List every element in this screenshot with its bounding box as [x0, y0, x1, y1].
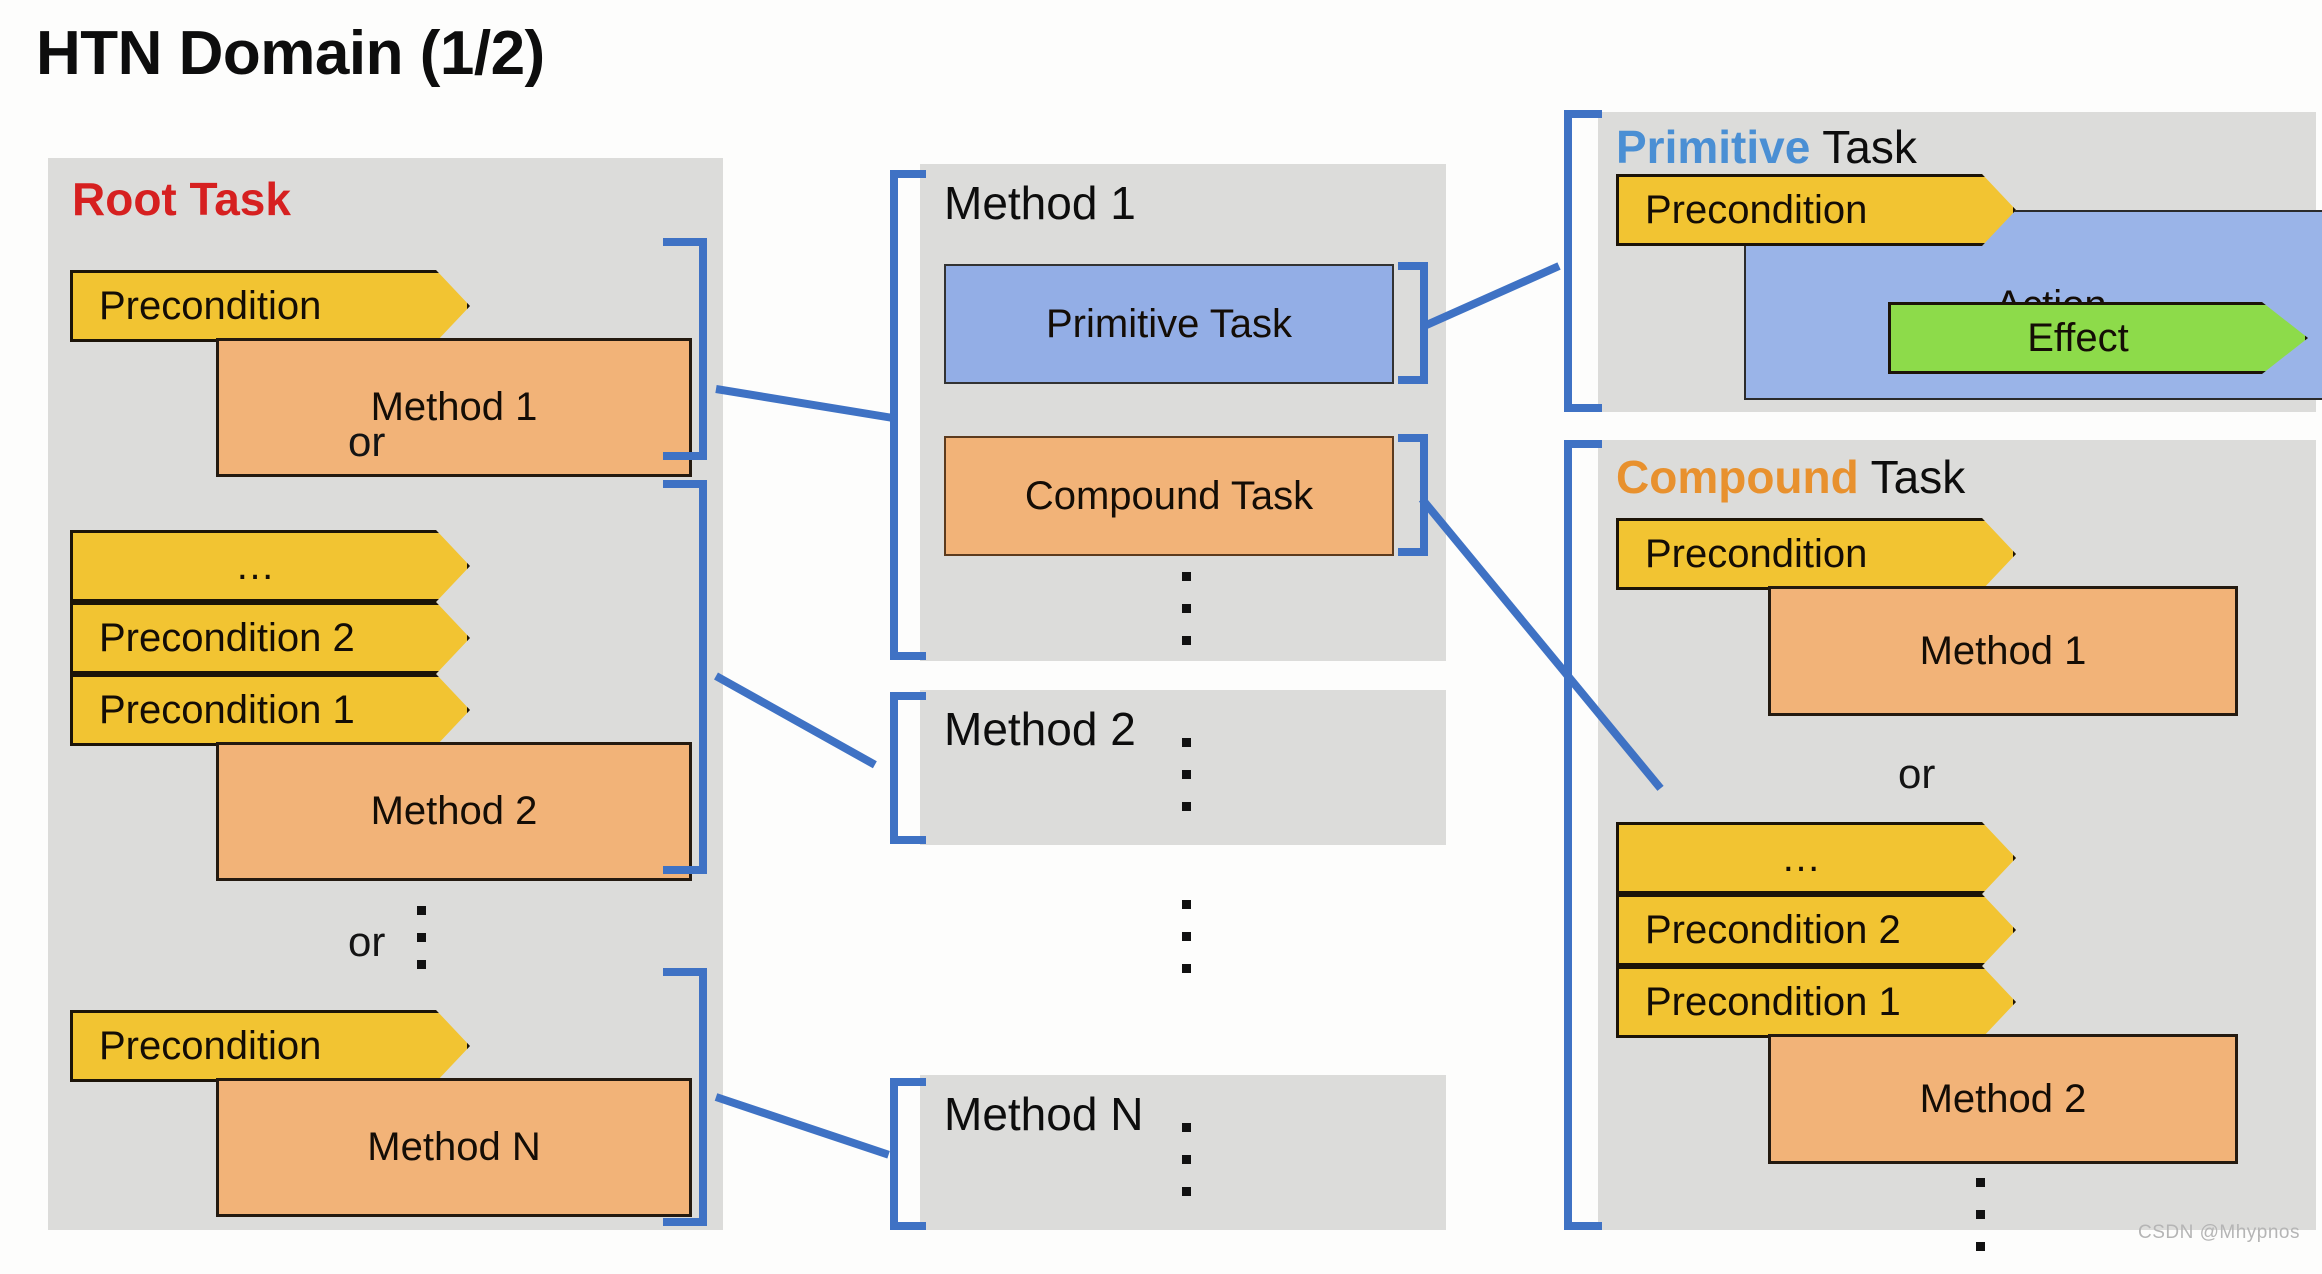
primitive-precondition: Precondition — [1616, 174, 2016, 246]
primitive-task-panel: Primitive Task Action Precondition Effec… — [1598, 112, 2322, 412]
compound-accent-text: Compound — [1616, 451, 1859, 503]
watermark: CSDN @Mhypnos — [2138, 1222, 2300, 1243]
connector-root3-to-methodn — [714, 1093, 890, 1159]
root-vertical-ellipsis — [417, 906, 426, 987]
primitive-task-heading: Primitive Task — [1616, 120, 1917, 174]
compound-precondition-1: Precondition — [1616, 518, 2016, 590]
method-n-bracket — [890, 1078, 926, 1230]
compound-precondition-ellipsis: … — [1616, 822, 2016, 894]
root-task-panel: Root Task Precondition Method 1 or … Pre… — [48, 158, 723, 1230]
method-1-heading: Method 1 — [944, 177, 1136, 229]
method-2-bracket — [890, 692, 926, 844]
compound-or: or — [1898, 750, 1936, 797]
compound-method-1-box: Method 1 — [1768, 586, 2238, 716]
root-precondition-1b: Precondition 1 — [70, 674, 470, 746]
compound-method-2-box: Method 2 — [1768, 1034, 2238, 1164]
compound-precondition-2: Precondition 2 — [1616, 894, 2016, 966]
method-2-vertical-ellipsis — [1182, 738, 1191, 834]
effect-box: Effect — [1888, 302, 2308, 374]
method-n-heading: Method N — [944, 1088, 1144, 1140]
method-2-panel: Method 2 — [920, 690, 1446, 845]
root-method-2-box: Method 2 — [216, 742, 692, 881]
compound-panel-bracket — [1564, 440, 1602, 1230]
method-2-heading: Method 2 — [944, 703, 1136, 755]
primitive-accent-text: Primitive — [1616, 121, 1811, 173]
root-bracket-3 — [663, 968, 707, 1226]
compound-task-panel: Compound Task Precondition Method 1 or …… — [1598, 440, 2316, 1251]
primitive-task-box: Primitive Task — [944, 264, 1394, 384]
page-title: HTN Domain (1/2) — [36, 19, 545, 88]
slide-canvas: HTN Domain (1/2) Root Task Precondition … — [0, 0, 2322, 1254]
root-or-2: or — [348, 918, 386, 965]
compound-task-heading: Compound Task — [1616, 450, 1965, 504]
root-bracket-2 — [663, 480, 707, 874]
compound-task-box: Compound Task — [944, 436, 1394, 556]
primitive-rest-text: Task — [1810, 121, 1917, 173]
compound-task-bracket — [1398, 434, 1428, 556]
method-1-vertical-ellipsis — [1182, 572, 1191, 668]
primitive-panel-bracket — [1564, 110, 1602, 412]
root-precondition-1: Precondition — [70, 270, 470, 342]
root-precondition-n: Precondition — [70, 1010, 470, 1082]
root-task-heading: Root Task — [72, 173, 291, 225]
connector-root1-to-method1 — [715, 385, 897, 423]
root-bracket-1 — [663, 238, 707, 460]
method-n-vertical-ellipsis — [1182, 1123, 1191, 1219]
root-precondition-ellipsis: … — [70, 530, 470, 602]
root-precondition-2: Precondition 2 — [70, 602, 470, 674]
connector-root2-to-method2 — [714, 672, 877, 769]
root-method-1-box: Method 1 — [216, 338, 692, 477]
method-1-panel: Method 1 Primitive Task Compound Task — [920, 164, 1446, 661]
compound-precondition-1b: Precondition 1 — [1616, 966, 2016, 1038]
compound-vertical-ellipsis — [1976, 1178, 1985, 1274]
method-n-panel: Method N — [920, 1075, 1446, 1230]
root-method-n-box: Method N — [216, 1078, 692, 1217]
compound-rest-text: Task — [1858, 451, 1966, 503]
root-or-1: or — [348, 418, 386, 465]
methods-column-ellipsis — [1182, 900, 1191, 996]
